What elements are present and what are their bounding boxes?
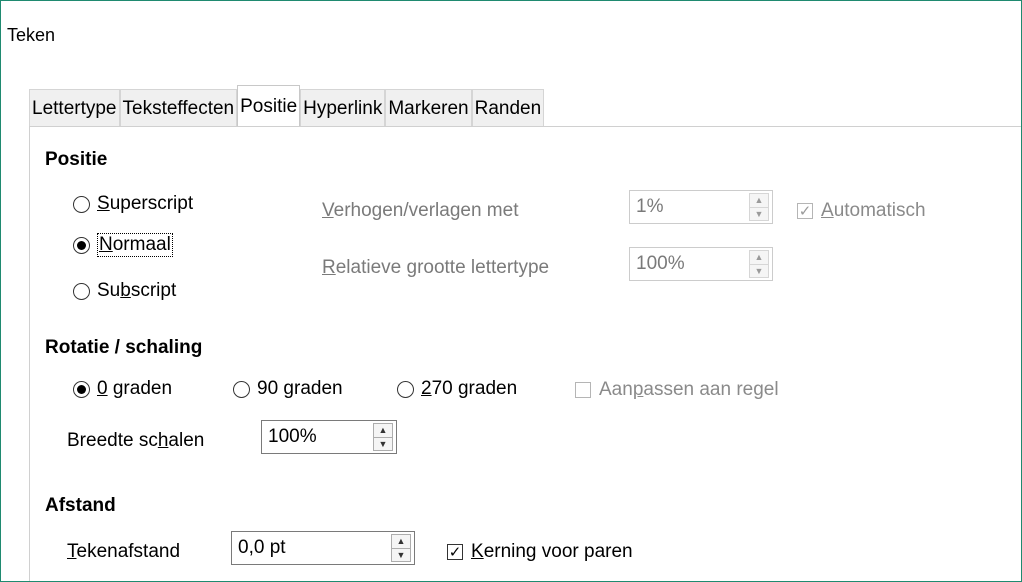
rotatie-section-title: Rotatie / schaling xyxy=(45,337,203,358)
spin-down-icon[interactable]: ▼ xyxy=(750,265,768,278)
pair-kerning-checkbox[interactable]: ✓ Kerning voor paren xyxy=(447,541,633,563)
tab-lettertype[interactable]: Lettertype xyxy=(29,89,120,127)
relative-size-spinbox[interactable]: 100% ▲ ▼ xyxy=(629,247,773,281)
normaal-radio-circle[interactable] xyxy=(73,236,90,254)
automatisch-label: Automatisch xyxy=(821,200,926,221)
spin-up-icon[interactable]: ▲ xyxy=(750,251,768,265)
rotation-90-radio-circle[interactable] xyxy=(233,380,250,398)
pair-kerning-label: Kerning voor paren xyxy=(471,541,633,562)
spin-down-icon[interactable]: ▼ xyxy=(392,549,410,562)
tab-strip: Lettertype Teksteffecten Positie Hyperli… xyxy=(29,85,545,127)
rotation-0-radio[interactable]: 0 graden xyxy=(73,378,172,400)
automatisch-check-icon[interactable]: ✓ xyxy=(797,203,813,219)
relative-size-value[interactable]: 100% xyxy=(630,253,749,275)
rotation-0-radio-circle[interactable] xyxy=(73,380,90,398)
spin-up-icon[interactable]: ▲ xyxy=(374,424,392,438)
dialog-title: Teken xyxy=(7,25,56,45)
tab-markeren[interactable]: Markeren xyxy=(385,89,472,127)
character-spacing-value[interactable]: 0,0 pt xyxy=(232,537,391,559)
rotation-90-label: 90 graden xyxy=(257,378,343,399)
tab-teksteffecten[interactable]: Teksteffecten xyxy=(119,89,238,127)
rotation-90-radio[interactable]: 90 graden xyxy=(233,378,343,400)
spin-up-icon[interactable]: ▲ xyxy=(392,535,410,549)
fit-to-line-label: Aanpassen aan regel xyxy=(599,379,779,400)
subscript-radio-circle[interactable] xyxy=(73,282,90,300)
positie-section-title: Positie xyxy=(45,149,108,170)
relative-size-spin-buttons[interactable]: ▲ ▼ xyxy=(749,250,769,278)
raise-lower-spinbox[interactable]: 1% ▲ ▼ xyxy=(629,190,773,224)
superscript-radio[interactable]: Superscript xyxy=(73,193,193,215)
scale-width-spin-buttons[interactable]: ▲ ▼ xyxy=(373,423,393,451)
fit-to-line-check-icon[interactable] xyxy=(575,382,591,398)
raise-lower-spin-buttons[interactable]: ▲ ▼ xyxy=(749,193,769,221)
rotation-0-label: 0 graden xyxy=(97,378,173,399)
character-dialog: Teken Lettertype Teksteffecten Positie H… xyxy=(0,0,1022,582)
superscript-label: Superscript xyxy=(97,193,194,214)
raise-lower-value[interactable]: 1% xyxy=(630,196,749,218)
spin-down-icon[interactable]: ▼ xyxy=(374,438,392,451)
character-spacing-spin-buttons[interactable]: ▲ ▼ xyxy=(391,534,411,562)
scale-width-label: Breedte schalen xyxy=(67,430,205,451)
subscript-label: Subscript xyxy=(97,280,177,301)
automatisch-checkbox[interactable]: ✓ Automatisch xyxy=(797,200,926,222)
afstand-section-title: Afstand xyxy=(45,495,116,516)
character-spacing-label: Tekenafstand xyxy=(67,541,181,562)
tab-panel-left-border xyxy=(29,126,30,581)
fit-to-line-checkbox[interactable]: Aanpassen aan regel xyxy=(575,379,779,401)
raise-lower-label: Verhogen/verlagen met xyxy=(322,200,519,221)
rotation-270-radio-circle[interactable] xyxy=(397,380,414,398)
subscript-radio[interactable]: Subscript xyxy=(73,280,176,302)
rotation-270-radio[interactable]: 270 graden xyxy=(397,378,517,400)
scale-width-value[interactable]: 100% xyxy=(262,426,373,448)
tab-randen[interactable]: Randen xyxy=(471,89,545,127)
spin-down-icon[interactable]: ▼ xyxy=(750,208,768,221)
scale-width-spinbox[interactable]: 100% ▲ ▼ xyxy=(261,420,397,454)
pair-kerning-check-icon[interactable]: ✓ xyxy=(447,544,463,560)
tab-panel-top-border xyxy=(29,126,1021,127)
spin-up-icon[interactable]: ▲ xyxy=(750,194,768,208)
normaal-radio[interactable]: Normaal xyxy=(73,233,173,257)
superscript-radio-circle[interactable] xyxy=(73,195,90,213)
character-spacing-spinbox[interactable]: 0,0 pt ▲ ▼ xyxy=(231,531,415,565)
normaal-label: Normaal xyxy=(97,233,173,257)
relative-size-label: Relatieve grootte lettertype xyxy=(322,257,550,278)
tab-hyperlink[interactable]: Hyperlink xyxy=(300,89,386,127)
rotation-270-label: 270 graden xyxy=(421,378,518,399)
tab-positie[interactable]: Positie xyxy=(237,85,301,127)
